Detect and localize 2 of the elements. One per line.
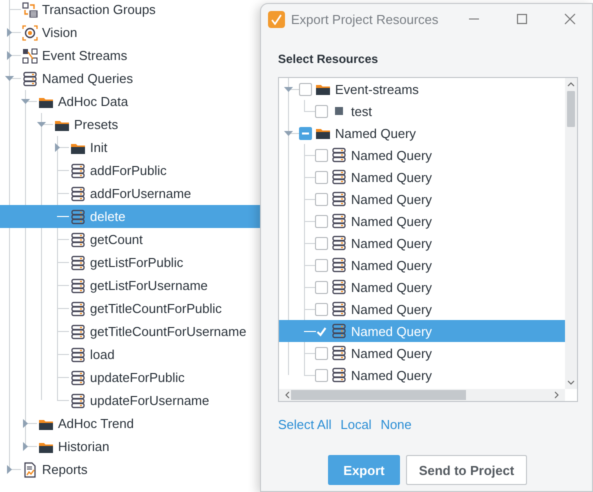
section-heading: Select Resources bbox=[278, 51, 380, 67]
window-title: Export Project Resources bbox=[291, 12, 440, 26]
